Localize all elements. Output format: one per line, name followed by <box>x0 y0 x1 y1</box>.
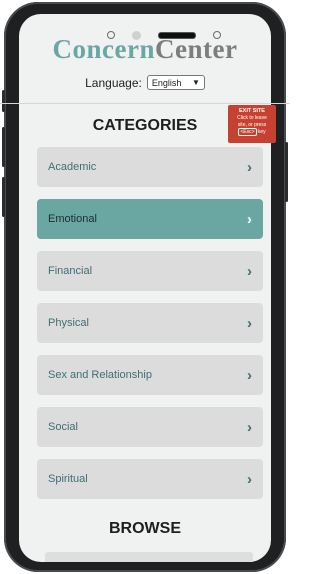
chevron-right-icon: › <box>247 470 252 488</box>
language-label: Language: <box>85 75 142 90</box>
category-label: Emotional <box>48 213 97 225</box>
category-physical[interactable]: Physical › <box>37 303 263 343</box>
category-label: Social <box>48 421 78 433</box>
category-sex-and-relationship[interactable]: Sex and Relationship › <box>37 355 263 395</box>
logo-part-concern: Concern <box>52 34 155 64</box>
browse-item-partial[interactable] <box>45 552 253 562</box>
category-label: Academic <box>48 161 97 173</box>
category-academic[interactable]: Academic › <box>37 147 263 187</box>
power-button <box>285 142 288 202</box>
category-spiritual[interactable]: Spiritual › <box>37 459 263 499</box>
logo-part-center: Center <box>155 34 238 64</box>
dropdown-arrow-icon: ▼ <box>191 78 200 87</box>
chevron-right-icon: › <box>247 366 252 384</box>
category-label: Financial <box>48 265 93 277</box>
categories-heading: CATEGORIES <box>92 117 198 134</box>
category-emotional[interactable]: Emotional › <box>37 199 263 239</box>
category-label: Physical <box>48 317 89 329</box>
chevron-right-icon: › <box>247 314 252 332</box>
language-select[interactable]: English ▼ <box>146 75 205 90</box>
chevron-right-icon: › <box>247 418 252 436</box>
language-selector-row: Language: English ▼ <box>0 75 290 90</box>
chevron-right-icon: › <box>247 262 252 280</box>
concern-center-logo[interactable]: ConcernCenter <box>0 34 290 65</box>
category-label: Spiritual <box>48 473 88 485</box>
language-selected-value: English <box>151 77 182 88</box>
chevron-right-icon: › <box>247 158 252 176</box>
category-label: Sex and Relationship <box>48 369 152 381</box>
chevron-right-icon: › <box>247 210 252 228</box>
category-social[interactable]: Social › <box>37 407 263 447</box>
exit-site-title: EXIT SITE <box>239 108 265 114</box>
mute-switch <box>2 90 5 112</box>
header-divider <box>0 103 290 104</box>
volume-down-button <box>2 177 5 217</box>
category-financial[interactable]: Financial › <box>37 251 263 291</box>
browse-heading: BROWSE <box>109 520 181 537</box>
